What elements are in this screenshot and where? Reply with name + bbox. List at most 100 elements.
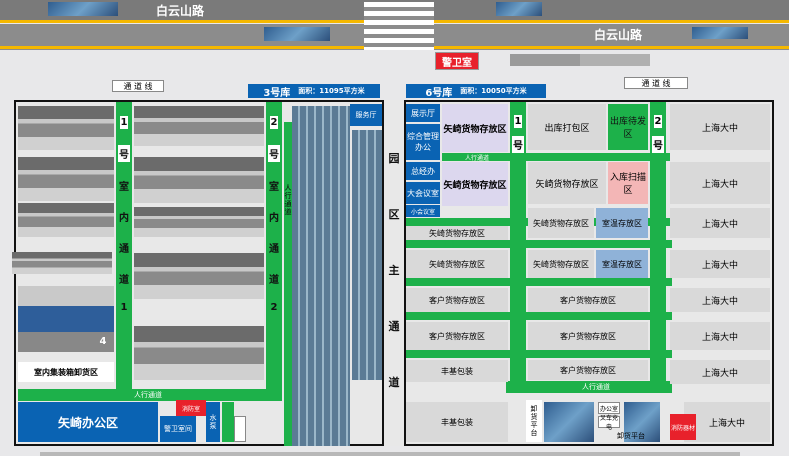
rack-block bbox=[18, 106, 114, 150]
aisle-2-label: 2 号 室 内 通 道 2 bbox=[266, 116, 282, 316]
walkway-6-top-label: 人行通道 bbox=[464, 154, 489, 162]
yazaki-storage-zone: 矢崎货物存放区 bbox=[528, 208, 594, 238]
admin-office: 综合管理办公 bbox=[406, 124, 440, 160]
side-label-left: 通 道 线 bbox=[112, 80, 164, 92]
aisle2-char: 2 bbox=[270, 302, 278, 313]
yazaki-storage-zone: 矢崎货物存放区 bbox=[528, 162, 606, 204]
warehouse3-name: 3号库 bbox=[263, 87, 291, 99]
park-main-road-label: 园 区 主 通 道 bbox=[384, 150, 404, 390]
yazaki-storage-zone: 矢崎货物存放区 bbox=[528, 250, 594, 278]
room-temp-zone: 室温存放区 bbox=[596, 250, 648, 278]
main-road-char: 道 bbox=[388, 376, 400, 389]
shanghai-dazhong-7: 上海大中 bbox=[670, 360, 770, 384]
aisle6-2-char: 2 bbox=[653, 115, 663, 128]
aisle6-1-char: 1 bbox=[513, 115, 523, 128]
rack-block bbox=[12, 252, 112, 274]
rack-block bbox=[134, 326, 264, 380]
service-hall: 服务厅 bbox=[350, 104, 382, 126]
walkway-6-row bbox=[406, 240, 672, 248]
small-meeting-room: 小会议室 bbox=[406, 205, 440, 217]
aisle-6-1-label: 1 号 bbox=[510, 114, 526, 154]
yazaki-storage-zone: 矢崎货物存放区 bbox=[406, 250, 508, 278]
main-road-char: 区 bbox=[388, 208, 400, 221]
aisle2-char: 号 bbox=[268, 145, 280, 162]
aisle6-2-char: 号 bbox=[652, 136, 664, 153]
unloading-platform-2: 卸货平台 bbox=[617, 432, 645, 440]
yazaki-storage-zone: 矢崎货物存放区 bbox=[442, 162, 508, 206]
platform-photo bbox=[544, 402, 594, 442]
warehouse6-area: 面积：10050平方米 bbox=[460, 87, 527, 95]
inbound-scan-zone: 入库扫描区 bbox=[608, 162, 648, 204]
aisle1-char: 号 bbox=[118, 145, 130, 162]
main-road-char: 通 bbox=[388, 320, 400, 333]
aisle1-char: 室 bbox=[119, 182, 129, 193]
fengji-packaging: 丰基包装 bbox=[406, 402, 508, 442]
parking-photo bbox=[510, 54, 580, 66]
yazaki-storage-zone: 矢崎货物存放区 bbox=[442, 104, 508, 152]
unloading-platform: 卸货平台 bbox=[526, 400, 542, 442]
main-road-char: 主 bbox=[388, 264, 400, 277]
shanghai-dazhong-2: 上海大中 bbox=[670, 162, 770, 204]
customer-storage-zone: 客户货物存放区 bbox=[528, 360, 648, 380]
road-label-mid: 白云山路 bbox=[593, 27, 642, 42]
rack-block bbox=[18, 157, 114, 201]
aisle2-char: 道 bbox=[269, 275, 279, 286]
warehouse6-name: 6号库 bbox=[425, 87, 453, 99]
aisle1-char: 道 bbox=[119, 275, 129, 286]
shanghai-dazhong-4: 上海大中 bbox=[670, 250, 770, 278]
shanghai-dazhong-6: 上海大中 bbox=[670, 322, 770, 350]
crate-column bbox=[352, 130, 382, 380]
room-temp-zone: 室温存放区 bbox=[596, 208, 648, 238]
fire-room: 消防室 bbox=[176, 400, 206, 416]
aisle2-char: 2 bbox=[269, 116, 279, 129]
walkway-6-row bbox=[406, 278, 672, 286]
fengji-packaging: 丰基包装 bbox=[406, 360, 508, 382]
guard-room: 警卫室间 bbox=[160, 416, 196, 442]
aisle1-char: 1 bbox=[120, 302, 128, 313]
customer-storage-zone: 客户货物存放区 bbox=[528, 288, 648, 312]
customer-storage-zone: 客户货物存放区 bbox=[528, 322, 648, 350]
walkway-3-label: 人行通道 bbox=[134, 391, 162, 399]
road-label-top: 白云山路 bbox=[155, 3, 204, 18]
outbound-packing-zone: 出库打包区 bbox=[528, 104, 606, 150]
crate-column bbox=[292, 106, 350, 446]
small-green-block bbox=[222, 402, 234, 442]
shanghai-dazhong-5: 上海大中 bbox=[670, 288, 770, 312]
pump-room: 水泵 bbox=[206, 402, 220, 442]
gm-office: 总经办 bbox=[406, 162, 440, 180]
big-meeting-room: 大会议室 bbox=[406, 182, 440, 204]
crosswalk bbox=[364, 2, 434, 50]
aisle2-char: 室 bbox=[269, 182, 279, 193]
aisle1-char: 通 bbox=[119, 244, 129, 255]
side-label-right: 通 道 线 bbox=[624, 77, 688, 89]
rack-block bbox=[134, 253, 264, 299]
aisle-6-2-label: 2 号 bbox=[650, 114, 666, 154]
rack-block bbox=[134, 106, 264, 146]
main-road-char: 园 bbox=[388, 152, 400, 165]
aisle2-char: 通 bbox=[269, 244, 279, 255]
gate-house: 警卫室 bbox=[435, 52, 479, 70]
warehouse3-title: 3号库 面积：11095平方米 bbox=[246, 82, 382, 100]
truck-photo bbox=[48, 2, 118, 16]
rack-block bbox=[134, 207, 264, 237]
shanghai-dazhong-3: 上海大中 bbox=[670, 208, 770, 238]
zone-4-label: 4 bbox=[99, 335, 107, 347]
aisle1-char: 内 bbox=[119, 213, 129, 224]
customer-storage-zone: 客户货物存放区 bbox=[406, 322, 508, 350]
showroom: 展示厅 bbox=[406, 104, 440, 122]
small-white-block bbox=[234, 416, 246, 442]
parking-photo bbox=[580, 54, 650, 66]
aisle-1-label: 1 号 室 内 通 道 1 bbox=[116, 116, 132, 316]
outbound-waiting-zone: 出库待发区 bbox=[608, 104, 648, 150]
bottom-road bbox=[40, 452, 740, 456]
truck-photo bbox=[264, 27, 330, 41]
walkway-6-row bbox=[406, 350, 672, 358]
truck-photo bbox=[692, 27, 748, 39]
customer-storage-zone: 客户货物存放区 bbox=[406, 288, 508, 312]
rack-block bbox=[134, 157, 264, 203]
shanghai-dazhong-1: 上海大中 bbox=[670, 104, 770, 150]
aisle2-char: 内 bbox=[269, 213, 279, 224]
rack-block bbox=[18, 203, 114, 237]
indoor-container-area: 室内集装箱卸货区 bbox=[18, 362, 114, 382]
truck-photo bbox=[496, 2, 542, 16]
